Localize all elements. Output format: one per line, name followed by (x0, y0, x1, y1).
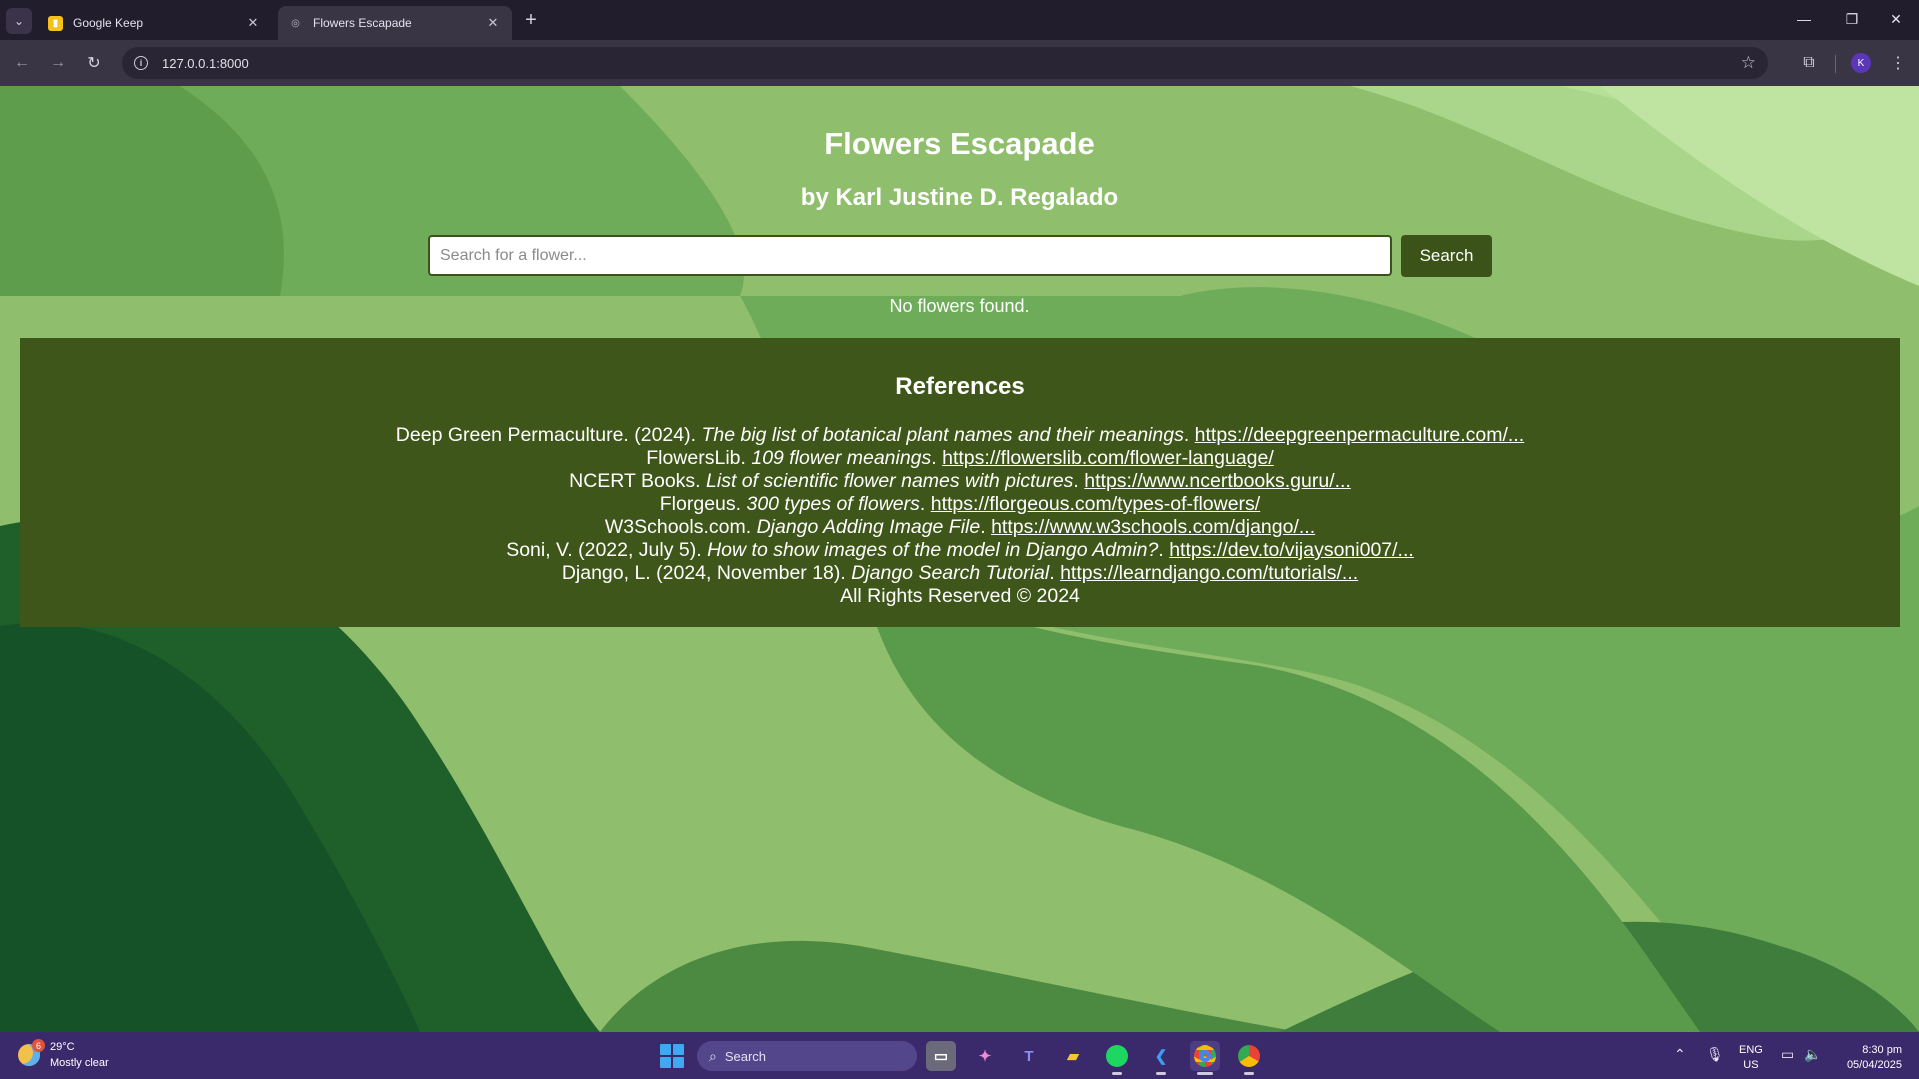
reference-link[interactable]: https://dev.to/vijaysoni007/... (1169, 539, 1414, 561)
reference-link[interactable]: https://deepgreenpermaculture.com/... (1195, 424, 1525, 446)
search-button[interactable]: Search (1401, 235, 1492, 277)
browser-tab-bar: ⌄ ▮ Google Keep ✕ ◎ Flowers Escapade ✕ +… (0, 0, 1919, 40)
language-indicator[interactable]: ENG US (1739, 1043, 1763, 1073)
file-explorer-icon[interactable]: ▰ (1058, 1041, 1088, 1071)
reference-separator: . (1049, 562, 1061, 584)
address-bar[interactable]: i 127.0.0.1:8000 ☆ (122, 47, 1768, 79)
flower-search-input[interactable] (428, 235, 1392, 276)
copilot-icon[interactable]: ✦ (970, 1041, 1000, 1071)
page-subtitle: by Karl Justine D. Regalado (800, 184, 1119, 211)
restore-button[interactable]: ❐ (1834, 6, 1870, 32)
close-window-button[interactable]: ✕ (1878, 6, 1914, 32)
clock-date: 05/04/2025 (1846, 1059, 1902, 1071)
reference-source: Florgeus. (659, 493, 747, 515)
microphone-icon[interactable]: 🎙 (1706, 1046, 1724, 1063)
reference-title: How to show images of the model in Djang… (707, 539, 1159, 561)
menu-kebab-icon[interactable]: ⋮ (1886, 51, 1910, 75)
reference-item: Deep Green Permaculture. (2024). The big… (20, 424, 1900, 447)
bookmark-star-icon[interactable]: ☆ (1741, 53, 1756, 73)
globe-icon: ◎ (291, 17, 300, 29)
minimize-button[interactable]: — (1786, 6, 1822, 32)
close-icon[interactable]: ✕ (244, 14, 262, 32)
reference-title: List of scientific flower names with pic… (706, 470, 1074, 492)
taskbar-search-box[interactable]: ⌕ Search (697, 1041, 917, 1071)
taskbar-search-label: Search (724, 1048, 767, 1064)
reference-title: 109 flower meanings (751, 447, 932, 469)
reference-title: Django Adding Image File (756, 516, 981, 538)
reference-item: Florgeus. 300 types of flowers. https://… (20, 493, 1900, 516)
reference-title: 300 types of flowers (746, 493, 920, 515)
reference-separator: . (1158, 539, 1170, 561)
reference-source: Soni, V. (2022, July 5). (506, 539, 708, 561)
reference-separator: . (919, 493, 931, 515)
search-icon: ⌕ (709, 1047, 717, 1064)
reference-item: Soni, V. (2022, July 5). How to show ima… (20, 539, 1900, 562)
google-keep-icon: ▮ (48, 15, 63, 31)
reference-source: W3Schools.com. (604, 516, 757, 538)
vscode-icon[interactable]: ❮ (1146, 1041, 1176, 1075)
reference-source: Deep Green Permaculture. (2024). (395, 424, 702, 446)
close-icon[interactable]: ✕ (484, 14, 502, 32)
tab-flowers-escapade[interactable]: ◎ Flowers Escapade ✕ (278, 6, 512, 40)
windows-taskbar: 6 29°C Mostly clear ⌕ Search ▭ ✦ T ▰ ❮ ⌃… (0, 1032, 1919, 1079)
network-icon[interactable]: ▭ (1781, 1046, 1794, 1063)
tab-title: Flowers Escapade (313, 16, 412, 30)
references-list: Deep Green Permaculture. (2024). The big… (20, 424, 1900, 608)
reference-link[interactable]: https://flowerslib.com/flower-language/ (942, 447, 1274, 469)
back-arrow-icon[interactable]: ← (9, 50, 35, 76)
profile-avatar[interactable]: K (1851, 53, 1871, 73)
no-results-message: No flowers found. (889, 296, 1030, 316)
tab-google-keep[interactable]: ▮ Google Keep ✕ (38, 6, 272, 40)
reference-link[interactable]: https://florgeous.com/types-of-flowers/ (931, 493, 1260, 515)
references-heading: References (895, 373, 1025, 400)
reference-link[interactable]: https://www.w3schools.com/django/... (991, 516, 1315, 538)
reference-separator: . (931, 447, 943, 469)
reference-link[interactable]: https://www.ncertbooks.guru/... (1084, 470, 1351, 492)
weather-description[interactable]: Mostly clear (50, 1057, 109, 1069)
teams-icon[interactable]: T (1014, 1041, 1044, 1071)
extensions-icon[interactable]: ⧉ (1797, 51, 1821, 75)
references-section: References Deep Green Permaculture. (202… (20, 338, 1900, 627)
site-info-icon[interactable]: i (134, 56, 148, 70)
page-title: Flowers Escapade (824, 126, 1095, 161)
windows-start-icon[interactable] (660, 1044, 684, 1068)
weather-temperature[interactable]: 29°C (50, 1041, 75, 1053)
reload-icon[interactable]: ↻ (81, 50, 107, 76)
page-viewport: Flowers Escapade by Karl Justine D. Rega… (0, 86, 1919, 1032)
tab-search-chevron-icon[interactable]: ⌄ (6, 8, 32, 34)
clock-time: 8:30 pm (1862, 1044, 1902, 1056)
reference-separator: . (1073, 470, 1085, 492)
reference-separator: . (980, 516, 992, 538)
reference-item: FlowersLib. 109 flower meanings. https:/… (20, 447, 1900, 470)
spotify-icon[interactable] (1102, 1041, 1132, 1075)
system-clock[interactable]: 8:30 pm 05/04/2025 (1836, 1043, 1902, 1073)
toolbar-divider (1835, 55, 1836, 73)
reference-link[interactable]: https://learndjango.com/tutorials/... (1060, 562, 1358, 584)
reference-title: Django Search Tutorial (851, 562, 1050, 584)
reference-source: Django, L. (2024, November 18). (561, 562, 852, 584)
reference-source: FlowersLib. (646, 447, 752, 469)
task-view-icon[interactable]: ▭ (926, 1041, 956, 1071)
language-code: ENG (1739, 1044, 1763, 1056)
browser-toolbar: ← → ↻ i 127.0.0.1:8000 ☆ ⧉ K ⋮ (0, 40, 1919, 86)
chevron-up-icon[interactable]: ⌃ (1674, 1046, 1686, 1063)
reference-separator: . (1183, 424, 1195, 446)
chrome-profile-icon[interactable] (1234, 1041, 1264, 1075)
copyright-text: All Rights Reserved © 2024 (840, 585, 1080, 607)
volume-icon[interactable]: 🔈 (1804, 1046, 1821, 1063)
new-tab-button[interactable]: + (520, 9, 542, 31)
language-region: US (1743, 1059, 1759, 1071)
tab-title: Google Keep (73, 16, 144, 30)
reference-source: NCERT Books. (569, 470, 707, 492)
reference-title: The big list of botanical plant names an… (701, 424, 1184, 446)
reference-item: Django, L. (2024, November 18). Django S… (20, 562, 1900, 585)
reference-item: W3Schools.com. Django Adding Image File.… (20, 516, 1900, 539)
reference-item: NCERT Books. List of scientific flower n… (20, 470, 1900, 493)
forward-arrow-icon[interactable]: → (45, 50, 71, 76)
chrome-icon[interactable] (1190, 1041, 1220, 1075)
weather-badge: 6 (32, 1039, 45, 1052)
url-text: 127.0.0.1:8000 (162, 55, 249, 71)
